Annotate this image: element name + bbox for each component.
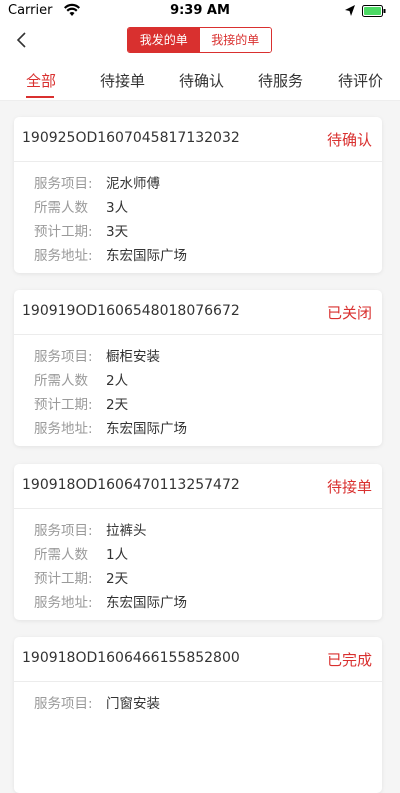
order-type-segmented-control: 我发的单 我接的单: [127, 27, 272, 53]
order-status: 已关闭: [326, 304, 372, 322]
address-value: 东宏国际广场: [106, 421, 187, 437]
duration-value: 2天: [106, 397, 129, 413]
nav-bar: 我发的单 我接的单: [0, 22, 400, 58]
duration-value: 3天: [106, 224, 129, 240]
order-status: 待接单: [326, 478, 372, 496]
service-project-label: 服务项目:: [34, 696, 93, 712]
address-label: 服务地址:: [34, 421, 93, 437]
people-value: 3人: [106, 200, 129, 216]
people-label: 所需人数: [34, 200, 88, 216]
service-project-label: 服务项目:: [34, 349, 93, 365]
order-number: 190919OD1606548018076672: [22, 303, 240, 319]
duration-value: 2天: [106, 571, 129, 587]
duration-label: 预计工期:: [34, 224, 93, 240]
service-project-value: 拉裤头: [106, 523, 147, 539]
service-project-label: 服务项目:: [34, 523, 93, 539]
location-arrow-icon: [345, 5, 355, 16]
battery-icon: [362, 5, 386, 17]
tab-pending-service[interactable]: 待服务: [258, 70, 303, 91]
address-label: 服务地址:: [34, 248, 93, 264]
address-label: 服务地址:: [34, 595, 93, 611]
address-value: 东宏国际广场: [106, 595, 187, 611]
people-label: 所需人数: [34, 547, 88, 563]
clock: 9:39 AM: [170, 3, 230, 18]
order-status: 已完成: [326, 651, 372, 669]
tab-pending-accept[interactable]: 待接单: [100, 70, 145, 91]
service-project-value: 泥水师傅: [106, 176, 160, 192]
active-tab-indicator: [26, 96, 54, 98]
order-status: 待确认: [326, 131, 372, 149]
segment-my-posted-orders[interactable]: 我发的单: [128, 28, 200, 52]
service-project-value: 橱柜安装: [106, 349, 160, 365]
status-tabs: 全部 待接单 待确认 待服务 待评价: [0, 58, 400, 101]
order-card[interactable]: 190918OD1606466155852800 已完成 服务项目: 门窗安装: [14, 637, 382, 793]
segment-my-accepted-orders[interactable]: 我接的单: [199, 28, 271, 52]
order-card[interactable]: 190919OD1606548018076672 已关闭 服务项目: 橱柜安装 所…: [14, 290, 382, 446]
order-card[interactable]: 190918OD1606470113257472 待接单 服务项目: 拉裤头 所需…: [14, 464, 382, 620]
tab-pending-confirm[interactable]: 待确认: [179, 70, 224, 91]
address-value: 东宏国际广场: [106, 248, 187, 264]
order-number: 190918OD1606470113257472: [22, 477, 240, 493]
duration-label: 预计工期:: [34, 571, 93, 587]
order-number: 190918OD1606466155852800: [22, 650, 240, 666]
people-label: 所需人数: [34, 373, 88, 389]
tab-pending-review[interactable]: 待评价: [338, 70, 383, 91]
tab-all[interactable]: 全部: [26, 70, 56, 91]
status-bar: Carrier 9:39 AM: [0, 0, 400, 22]
people-value: 2人: [106, 373, 129, 389]
back-chevron-icon[interactable]: [12, 30, 32, 50]
duration-label: 预计工期:: [34, 397, 93, 413]
order-number: 190925OD1607045817132032: [22, 130, 240, 146]
people-value: 1人: [106, 547, 129, 563]
service-project-label: 服务项目:: [34, 176, 93, 192]
service-project-value: 门窗安装: [106, 696, 160, 712]
order-card[interactable]: 190925OD1607045817132032 待确认 服务项目: 泥水师傅 所…: [14, 117, 382, 273]
